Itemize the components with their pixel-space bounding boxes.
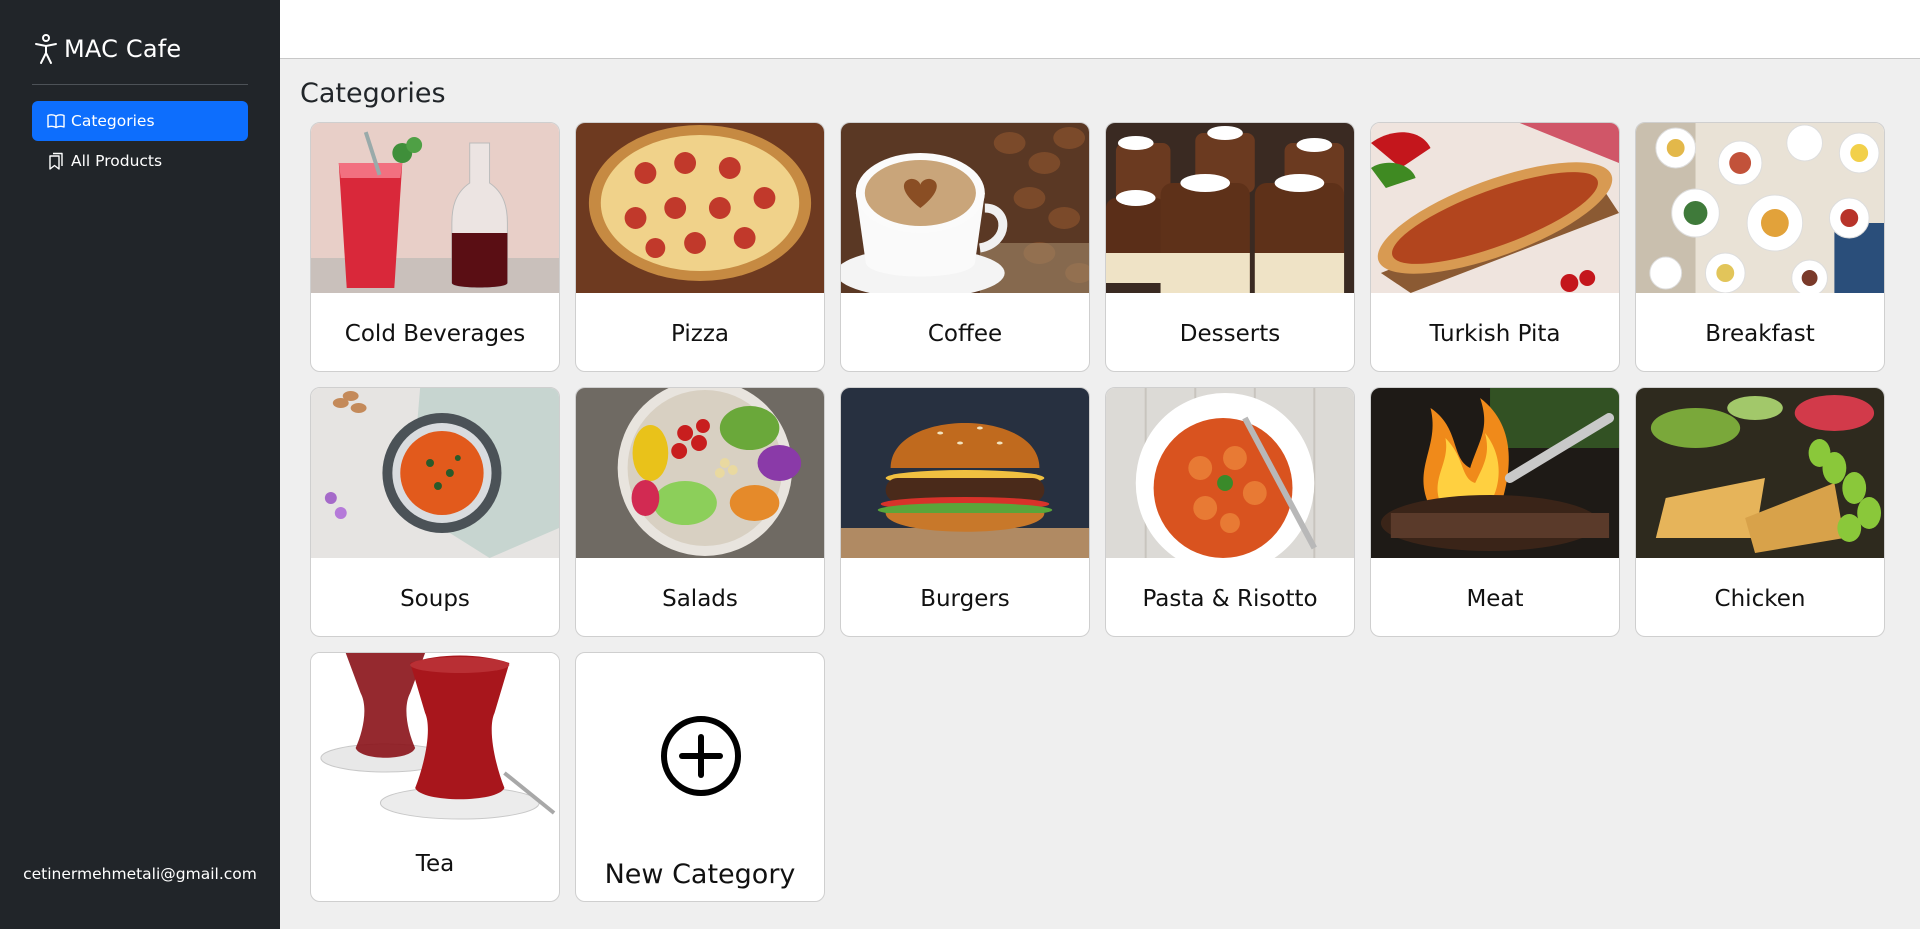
category-card-pasta-risotto[interactable]: Pasta & Risotto bbox=[1105, 387, 1355, 637]
category-label: Desserts bbox=[1179, 321, 1281, 347]
sidebar: MAC Cafe Categories All Products cetiner… bbox=[0, 0, 280, 929]
category-card-meat[interactable]: Meat bbox=[1370, 387, 1620, 637]
desserts-photo bbox=[1106, 123, 1354, 293]
sidebar-item-categories[interactable]: Categories bbox=[32, 101, 248, 141]
tea-photo bbox=[311, 653, 559, 823]
chicken-photo bbox=[1636, 388, 1884, 558]
book-open-icon bbox=[47, 114, 65, 129]
category-label: Meat bbox=[1466, 586, 1524, 612]
new-category-label: New Category bbox=[604, 858, 796, 890]
category-label: Pizza bbox=[671, 321, 729, 347]
category-card-breakfast[interactable]: Breakfast bbox=[1635, 122, 1885, 372]
brand[interactable]: MAC Cafe bbox=[32, 33, 181, 65]
accessibility-person-icon bbox=[35, 34, 57, 64]
cold-beverages-photo bbox=[311, 123, 559, 293]
salads-photo bbox=[576, 388, 824, 558]
category-label: Burgers bbox=[920, 586, 1010, 612]
category-label: Salads bbox=[662, 586, 738, 612]
category-card-salads[interactable]: Salads bbox=[575, 387, 825, 637]
category-label: Chicken bbox=[1714, 586, 1806, 612]
category-label: Pasta & Risotto bbox=[1142, 586, 1318, 612]
plus-circle-icon bbox=[661, 716, 741, 796]
pasta-photo bbox=[1106, 388, 1354, 558]
meat-photo bbox=[1371, 388, 1619, 558]
category-grid: Cold Beverages Pizza Coffee Desserts Tur… bbox=[310, 122, 1885, 902]
category-card-burgers[interactable]: Burgers bbox=[840, 387, 1090, 637]
new-category-card[interactable]: New Category bbox=[575, 652, 825, 902]
burgers-photo bbox=[841, 388, 1089, 558]
brand-name: MAC Cafe bbox=[64, 35, 182, 63]
coffee-photo bbox=[841, 123, 1089, 293]
category-label: Turkish Pita bbox=[1429, 321, 1561, 347]
category-card-turkish-pita[interactable]: Turkish Pita bbox=[1370, 122, 1620, 372]
sidebar-nav: Categories All Products bbox=[32, 101, 248, 181]
category-label: Breakfast bbox=[1705, 321, 1815, 347]
breakfast-photo bbox=[1636, 123, 1884, 293]
category-label: Tea bbox=[415, 851, 455, 877]
category-label: Coffee bbox=[927, 321, 1003, 347]
category-card-tea[interactable]: Tea bbox=[310, 652, 560, 902]
category-label: Soups bbox=[400, 586, 470, 612]
sidebar-item-label: All Products bbox=[71, 152, 163, 170]
turkish-pita-photo bbox=[1371, 123, 1619, 293]
user-email: cetinermehmetali@gmail.com bbox=[23, 865, 257, 883]
sidebar-item-label: Categories bbox=[71, 112, 155, 130]
category-card-soups[interactable]: Soups bbox=[310, 387, 560, 637]
category-card-cold-beverages[interactable]: Cold Beverages bbox=[310, 122, 560, 372]
bookmarks-icon bbox=[49, 152, 63, 170]
pizza-photo bbox=[576, 123, 824, 293]
soups-photo bbox=[311, 388, 559, 558]
category-card-coffee[interactable]: Coffee bbox=[840, 122, 1090, 372]
category-label: Cold Beverages bbox=[344, 321, 526, 347]
category-card-chicken[interactable]: Chicken bbox=[1635, 387, 1885, 637]
page-title: Categories bbox=[300, 78, 446, 109]
sidebar-item-all-products[interactable]: All Products bbox=[32, 141, 248, 181]
sidebar-divider bbox=[32, 84, 248, 85]
top-bar bbox=[280, 0, 1920, 59]
category-card-desserts[interactable]: Desserts bbox=[1105, 122, 1355, 372]
category-card-pizza[interactable]: Pizza bbox=[575, 122, 825, 372]
